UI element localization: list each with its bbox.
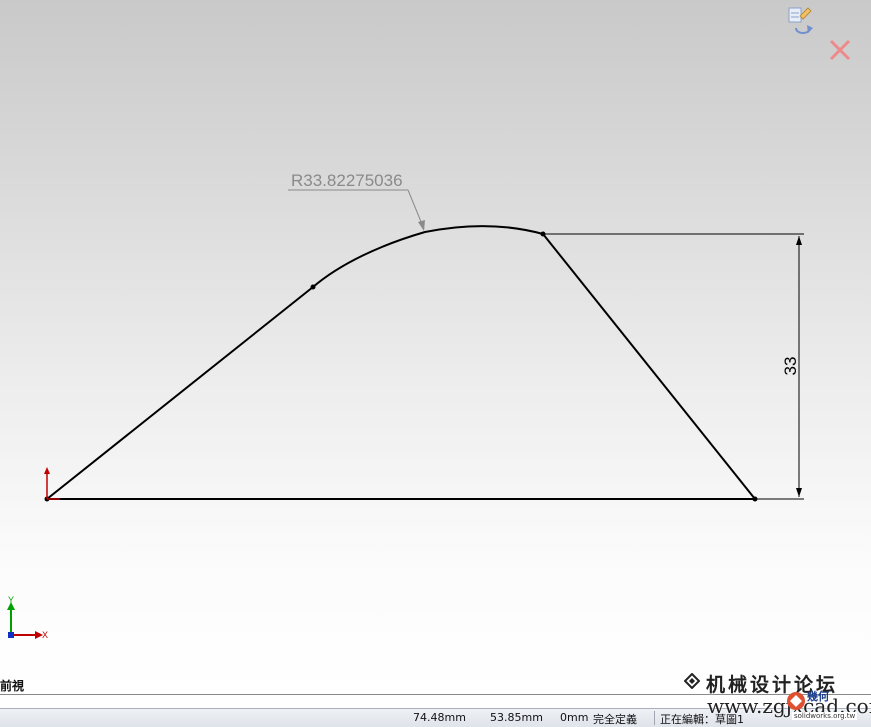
status-definition-state: 完全定義 <box>593 713 637 726</box>
status-z-coord: 0mm <box>560 711 589 724</box>
graphics-area[interactable]: 33 R33.82275036 Y X 前視 <box>0 0 871 694</box>
status-y-coord: 53.85mm <box>490 711 543 724</box>
viewport-tab-bar <box>0 694 871 709</box>
sketch-line-right[interactable] <box>542 233 756 500</box>
triad-y-label: Y <box>8 595 14 605</box>
sketch-canvas[interactable]: 33 R33.82275036 Y X <box>0 0 871 694</box>
status-editing: 正在編輯：草圖1 <box>660 713 744 726</box>
close-icon[interactable] <box>828 38 852 62</box>
view-orientation-label: 前視 <box>0 679 25 693</box>
sketch-confirm-corner-icon[interactable] <box>786 4 820 42</box>
dimension-height-value[interactable]: 33 <box>781 357 800 376</box>
sketch-arc[interactable] <box>312 225 544 288</box>
sketch-line-left[interactable] <box>46 286 314 500</box>
sketch-point[interactable] <box>310 284 316 290</box>
triad-x-label: X <box>42 630 48 640</box>
dimension-height[interactable]: 33 <box>543 233 804 500</box>
view-triad: Y X <box>7 595 48 640</box>
dimension-radius[interactable]: R33.82275036 <box>288 171 425 231</box>
dimension-radius-value[interactable]: R33.82275036 <box>291 171 403 190</box>
status-x-coord: 74.48mm <box>413 711 466 724</box>
status-bar: 74.48mm 53.85mm 0mm 完全定義 正在編輯：草圖1 <box>0 708 871 727</box>
